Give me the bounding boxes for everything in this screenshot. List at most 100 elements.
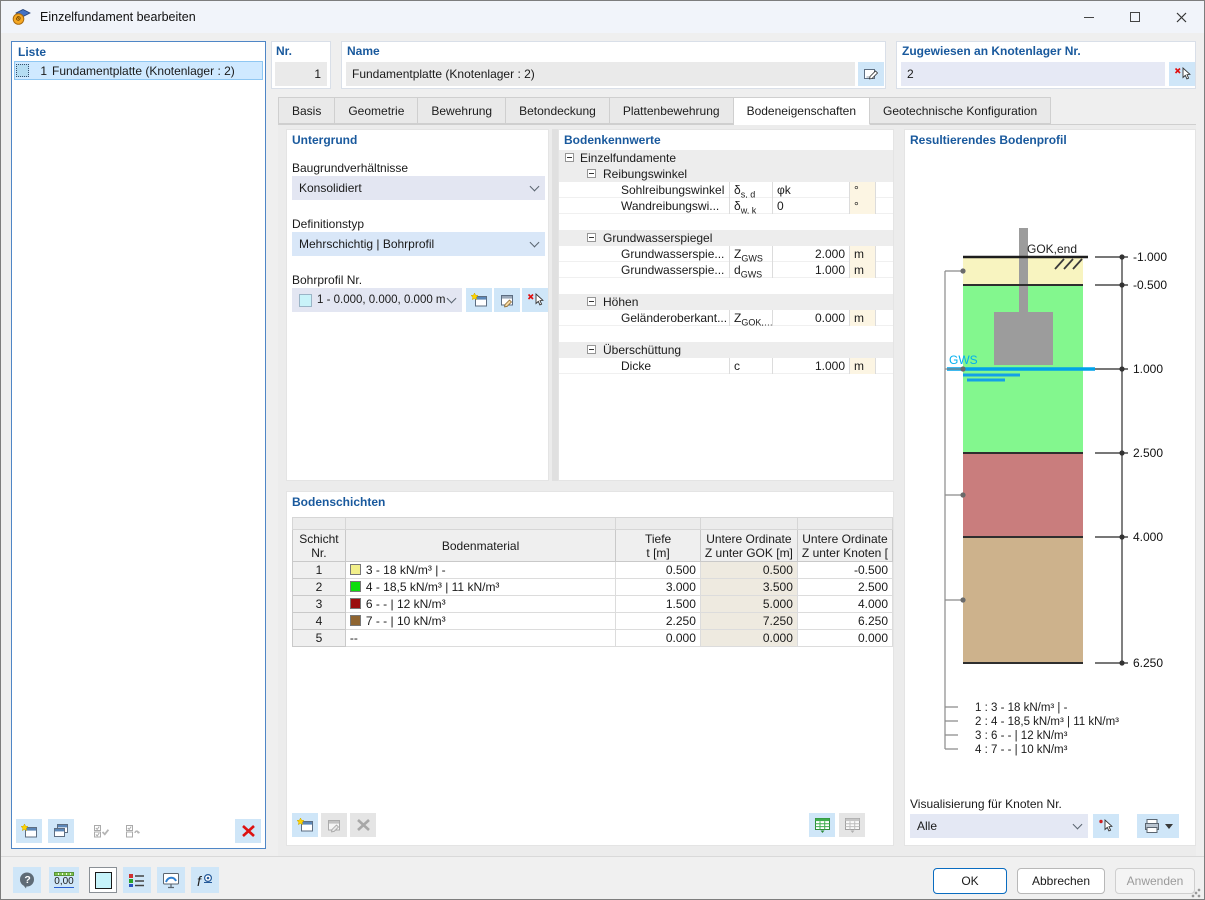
baugrund-select[interactable]: Konsolidiert	[292, 176, 545, 200]
soil-profile-drawing: GOK,end GWS -1.000 -0.500 1.000 2.500 4.…	[944, 228, 1167, 756]
tiefe-cell[interactable]: 2.250	[615, 612, 701, 630]
table-row[interactable]: 5 -- 0.000 0.000 0.000	[292, 629, 894, 647]
param-value[interactable]: 2.000	[772, 246, 849, 262]
collapse-icon[interactable]	[587, 233, 596, 242]
tree-root-row[interactable]: Einzelfundamente	[559, 150, 893, 166]
param-value[interactable]: 1.000	[772, 358, 849, 374]
table-export-button[interactable]	[839, 813, 865, 837]
pick-bohrprofil-button[interactable]	[522, 288, 548, 312]
tree-group-row[interactable]: Überschüttung	[559, 342, 893, 358]
cancel-button[interactable]: Abbrechen	[1017, 868, 1105, 894]
maximize-button[interactable]	[1112, 1, 1158, 33]
rendering-button[interactable]	[157, 867, 185, 893]
delete-layer-button[interactable]	[350, 813, 376, 837]
tree-param-row[interactable]: Geländeroberkant... ZGOK,… 0.000 m	[559, 310, 893, 326]
pick-cursor-x-icon	[527, 292, 544, 306]
table-row[interactable]: 1 3 - 18 kN/m³ | - 0.500 0.500 -0.500	[292, 561, 894, 579]
edit-layer-button[interactable]	[321, 813, 347, 837]
copy-foundation-button[interactable]	[48, 819, 74, 843]
title-bar: Einzelfundament bearbeiten	[1, 1, 1204, 33]
close-button[interactable]	[1158, 1, 1204, 33]
depth-mark: -0.500	[1133, 278, 1167, 292]
list-item-checkbox[interactable]	[16, 64, 29, 77]
collapse-icon[interactable]	[565, 153, 574, 162]
param-value[interactable]: 0	[772, 198, 849, 214]
collapse-icon[interactable]	[587, 345, 596, 354]
tab-bodeneigenschaften[interactable]: Bodeneigenschaften	[733, 97, 871, 125]
material-cell[interactable]: --	[344, 629, 617, 647]
apply-button[interactable]: Anwenden	[1115, 868, 1195, 894]
tab-plattenbewehrung[interactable]: Plattenbewehrung	[609, 97, 734, 124]
view-function-button[interactable]: f	[191, 867, 219, 893]
tab-basis[interactable]: Basis	[278, 97, 336, 124]
check-all-button[interactable]	[88, 819, 114, 843]
tiefe-cell[interactable]: 1.500	[615, 595, 701, 613]
tree-param-row[interactable]: Wandreibungswi... δw, k 0 °	[559, 198, 893, 214]
tab-geometrie[interactable]: Geometrie	[335, 97, 419, 124]
name-card: Name Fundamentplatte (Knotenlager : 2)	[341, 41, 886, 89]
tab-betondeckung[interactable]: Betondeckung	[506, 97, 610, 124]
param-value[interactable]: φk	[772, 182, 849, 198]
assigned-nodes-input[interactable]: 2	[901, 62, 1165, 86]
tree-group-row[interactable]: Grundwasserspiegel	[559, 230, 893, 246]
name-input[interactable]: Fundamentplatte (Knotenlager : 2)	[346, 62, 855, 86]
gok-cell: 7.250	[699, 612, 798, 630]
tab-geotechnische-konfiguration[interactable]: Geotechnische Konfiguration	[870, 97, 1052, 124]
tiefe-cell[interactable]: 3.000	[615, 578, 701, 596]
tab-bewehrung[interactable]: Bewehrung	[418, 97, 507, 124]
maximize-icon	[1130, 12, 1140, 22]
tree-group-row[interactable]: Höhen	[559, 294, 893, 310]
excel-export-button[interactable]	[809, 813, 835, 837]
deftyp-select[interactable]: Mehrschichtig | Bohrprofil	[292, 232, 545, 256]
list-item[interactable]: 1 Fundamentplatte (Knotenlager : 2)	[14, 61, 263, 80]
gok-cell: 0.500	[699, 561, 798, 579]
ok-button[interactable]: OK	[933, 868, 1007, 894]
color-button[interactable]	[89, 867, 117, 893]
new-bohrprofil-button[interactable]	[466, 288, 492, 312]
material-cell[interactable]: 6 - - | 12 kN/m³	[344, 595, 617, 613]
minimize-button[interactable]	[1066, 1, 1112, 33]
pick-node-button[interactable]	[1169, 62, 1195, 86]
bohrprofil-select[interactable]: 1 - 0.000, 0.000, 0.000 m ...	[292, 288, 462, 312]
invert-check-button[interactable]	[120, 819, 146, 843]
decimal-places-button[interactable]: 0,00	[49, 867, 79, 893]
legend-entry: 2 : 4 - 18,5 kN/m³ | 11 kN/m³	[975, 716, 1119, 728]
dropdown-arrow-icon	[1165, 823, 1173, 829]
tiefe-cell[interactable]: 0.000	[615, 629, 701, 647]
tree-param-row[interactable]: Grundwasserspie... ZGWS 2.000 m	[559, 246, 893, 262]
edit-bohrprofil-button[interactable]	[494, 288, 520, 312]
param-symbol: δw, k	[729, 198, 772, 214]
resize-grip[interactable]	[1190, 887, 1202, 899]
help-button[interactable]: ?	[13, 867, 41, 893]
material-cell[interactable]: 4 - 18,5 kN/m³ | 11 kN/m³	[344, 578, 617, 596]
tree-param-row[interactable]: Grundwasserspie... dGWS 1.000 m	[559, 262, 893, 278]
material-cell[interactable]: 7 - - | 10 kN/m³	[344, 612, 617, 630]
help-icon: ?	[20, 872, 34, 889]
new-foundation-button[interactable]	[16, 819, 42, 843]
collapse-icon[interactable]	[587, 297, 596, 306]
rename-button[interactable]	[858, 62, 884, 86]
depth-mark: 6.250	[1133, 656, 1163, 670]
display-properties-button[interactable]	[123, 867, 151, 893]
delete-foundation-button[interactable]	[235, 819, 261, 843]
layer-3-rect	[963, 453, 1083, 537]
tree-param-row[interactable]: Sohlreibungswinkel δs, d φk °	[559, 182, 893, 198]
tree-group-row[interactable]: Reibungswinkel	[559, 166, 893, 182]
pick-cursor-icon	[1099, 818, 1113, 832]
visualisierung-select[interactable]: Alle	[910, 814, 1088, 838]
edit-single-foundation-dialog: Einzelfundament bearbeiten Liste 1 Funda…	[0, 0, 1205, 900]
new-window-icon	[296, 817, 313, 832]
tiefe-cell[interactable]: 0.500	[615, 561, 701, 579]
add-layer-button[interactable]	[292, 813, 318, 837]
param-value[interactable]: 1.000	[772, 262, 849, 278]
param-value[interactable]: 0.000	[772, 310, 849, 326]
printer-icon	[1145, 819, 1159, 833]
collapse-icon[interactable]	[587, 169, 596, 178]
material-cell[interactable]: 3 - 18 kN/m³ | -	[344, 561, 617, 579]
print-button[interactable]	[1137, 814, 1179, 838]
tree-param-row[interactable]: Dicke c 1.000 m	[559, 358, 893, 374]
table-row[interactable]: 3 6 - - | 12 kN/m³ 1.500 5.000 4.000	[292, 595, 894, 613]
table-row[interactable]: 2 4 - 18,5 kN/m³ | 11 kN/m³ 3.000 3.500 …	[292, 578, 894, 596]
table-row[interactable]: 4 7 - - | 10 kN/m³ 2.250 7.250 6.250	[292, 612, 894, 630]
pick-visualisierung-node-button[interactable]	[1093, 814, 1119, 838]
